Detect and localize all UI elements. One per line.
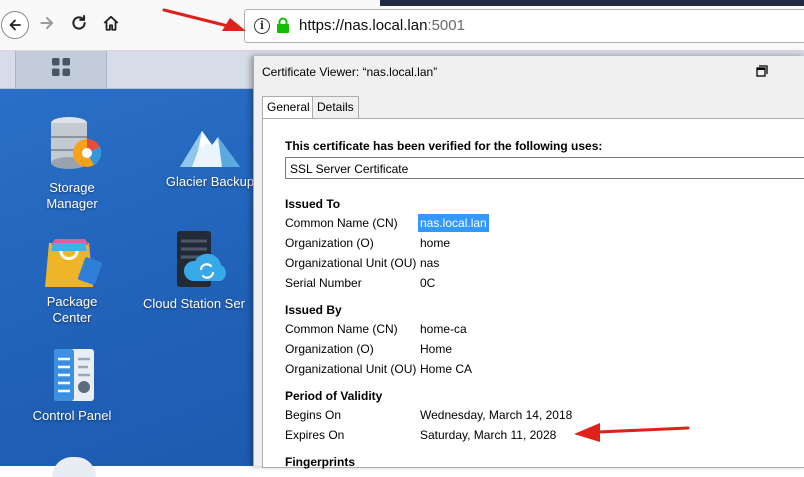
package-center-label-2: Center (52, 310, 92, 325)
glacier-backup-label: Glacier Backup (165, 174, 255, 189)
field-value-selected[interactable]: nas.local.lan (418, 214, 489, 232)
field-label: Begins On (285, 408, 342, 422)
field-label: Organization (O) (285, 342, 374, 356)
package-center-label-1: Package (46, 294, 98, 309)
control-panel-label: Control Panel (32, 408, 112, 423)
storage-manager-label-2: Manager (46, 196, 98, 211)
forward-icon (38, 14, 56, 37)
storage-manager-shortcut[interactable]: Storage Manager (22, 113, 122, 212)
info-icon[interactable]: i (254, 18, 270, 34)
back-icon (1, 11, 29, 39)
certificate-viewer-dialog: Certificate Viewer: “nas.local.lan” Gene… (253, 56, 804, 469)
field-label: Serial Number (285, 276, 362, 290)
url-port: :5001 (427, 17, 465, 34)
package-bag-icon (41, 239, 103, 294)
storage-manager-icon (39, 117, 105, 180)
field-label: Common Name (CN) (285, 322, 398, 336)
field-label: Common Name (CN) (285, 216, 398, 230)
forward-button[interactable] (32, 10, 62, 40)
field-value: Saturday, March 11, 2028 (420, 428, 557, 442)
grid-icon (50, 56, 72, 83)
field-value: home (420, 236, 451, 250)
glacier-mountain-icon (178, 131, 242, 174)
url-bar[interactable]: i https://nas.local.lan:5001 (244, 9, 804, 43)
back-button[interactable] (0, 10, 30, 40)
field-value: Home (420, 342, 453, 356)
validity-heading: Period of Validity (285, 389, 383, 403)
dialog-title: Certificate Viewer: “nas.local.lan” (262, 65, 438, 79)
field-value: 0C (420, 276, 436, 290)
field-value: Wednesday, March 14, 2018 (420, 408, 573, 422)
window-top-strip (380, 0, 804, 6)
general-panel: This certificate has been verified for t… (262, 118, 804, 469)
field-label: Organization (O) (285, 236, 374, 250)
field-value: Home CA (420, 362, 473, 376)
browser-toolbar: i https://nas.local.lan:5001 (0, 0, 804, 51)
glacier-backup-shortcut[interactable]: Glacier Backup (160, 123, 260, 190)
package-center-shortcut[interactable]: Package Center (22, 229, 122, 326)
cloud-server-icon (163, 231, 233, 296)
fingerprints-heading: Fingerprints (285, 455, 356, 469)
reload-icon (70, 14, 88, 37)
cloud-station-server-shortcut[interactable]: Cloud Station Ser (143, 229, 253, 312)
tab-general[interactable]: General (262, 96, 315, 120)
field-value: home-ca (420, 322, 467, 336)
field-value: nas (420, 256, 440, 270)
cloud-station-label: Cloud Station Ser (143, 296, 245, 311)
field-label: Expires On (285, 428, 345, 442)
uses-field: SSL Server Certificate (285, 157, 804, 179)
lock-icon[interactable] (276, 17, 290, 39)
issued-by-heading: Issued By (285, 303, 342, 317)
control-panel-shortcut[interactable]: Control Panel (22, 347, 122, 424)
control-panel-icon (40, 349, 104, 408)
verified-heading: This certificate has been verified for t… (285, 139, 603, 153)
main-menu-button[interactable] (15, 51, 107, 88)
url-text: https://nas.local.lan:5001 (299, 17, 465, 34)
home-icon (102, 14, 120, 37)
field-label: Organizational Unit (OU) (285, 256, 417, 270)
restore-window-icon[interactable] (756, 64, 768, 77)
reload-button[interactable] (64, 10, 94, 40)
storage-manager-label-1: Storage (49, 180, 95, 195)
home-button[interactable] (96, 10, 126, 40)
url-host: https://nas.local.lan (299, 17, 428, 34)
issued-to-heading: Issued To (285, 197, 341, 211)
partial-desktop-icon (52, 457, 96, 477)
field-label: Organizational Unit (OU) (285, 362, 417, 376)
tab-details[interactable]: Details (312, 96, 359, 119)
